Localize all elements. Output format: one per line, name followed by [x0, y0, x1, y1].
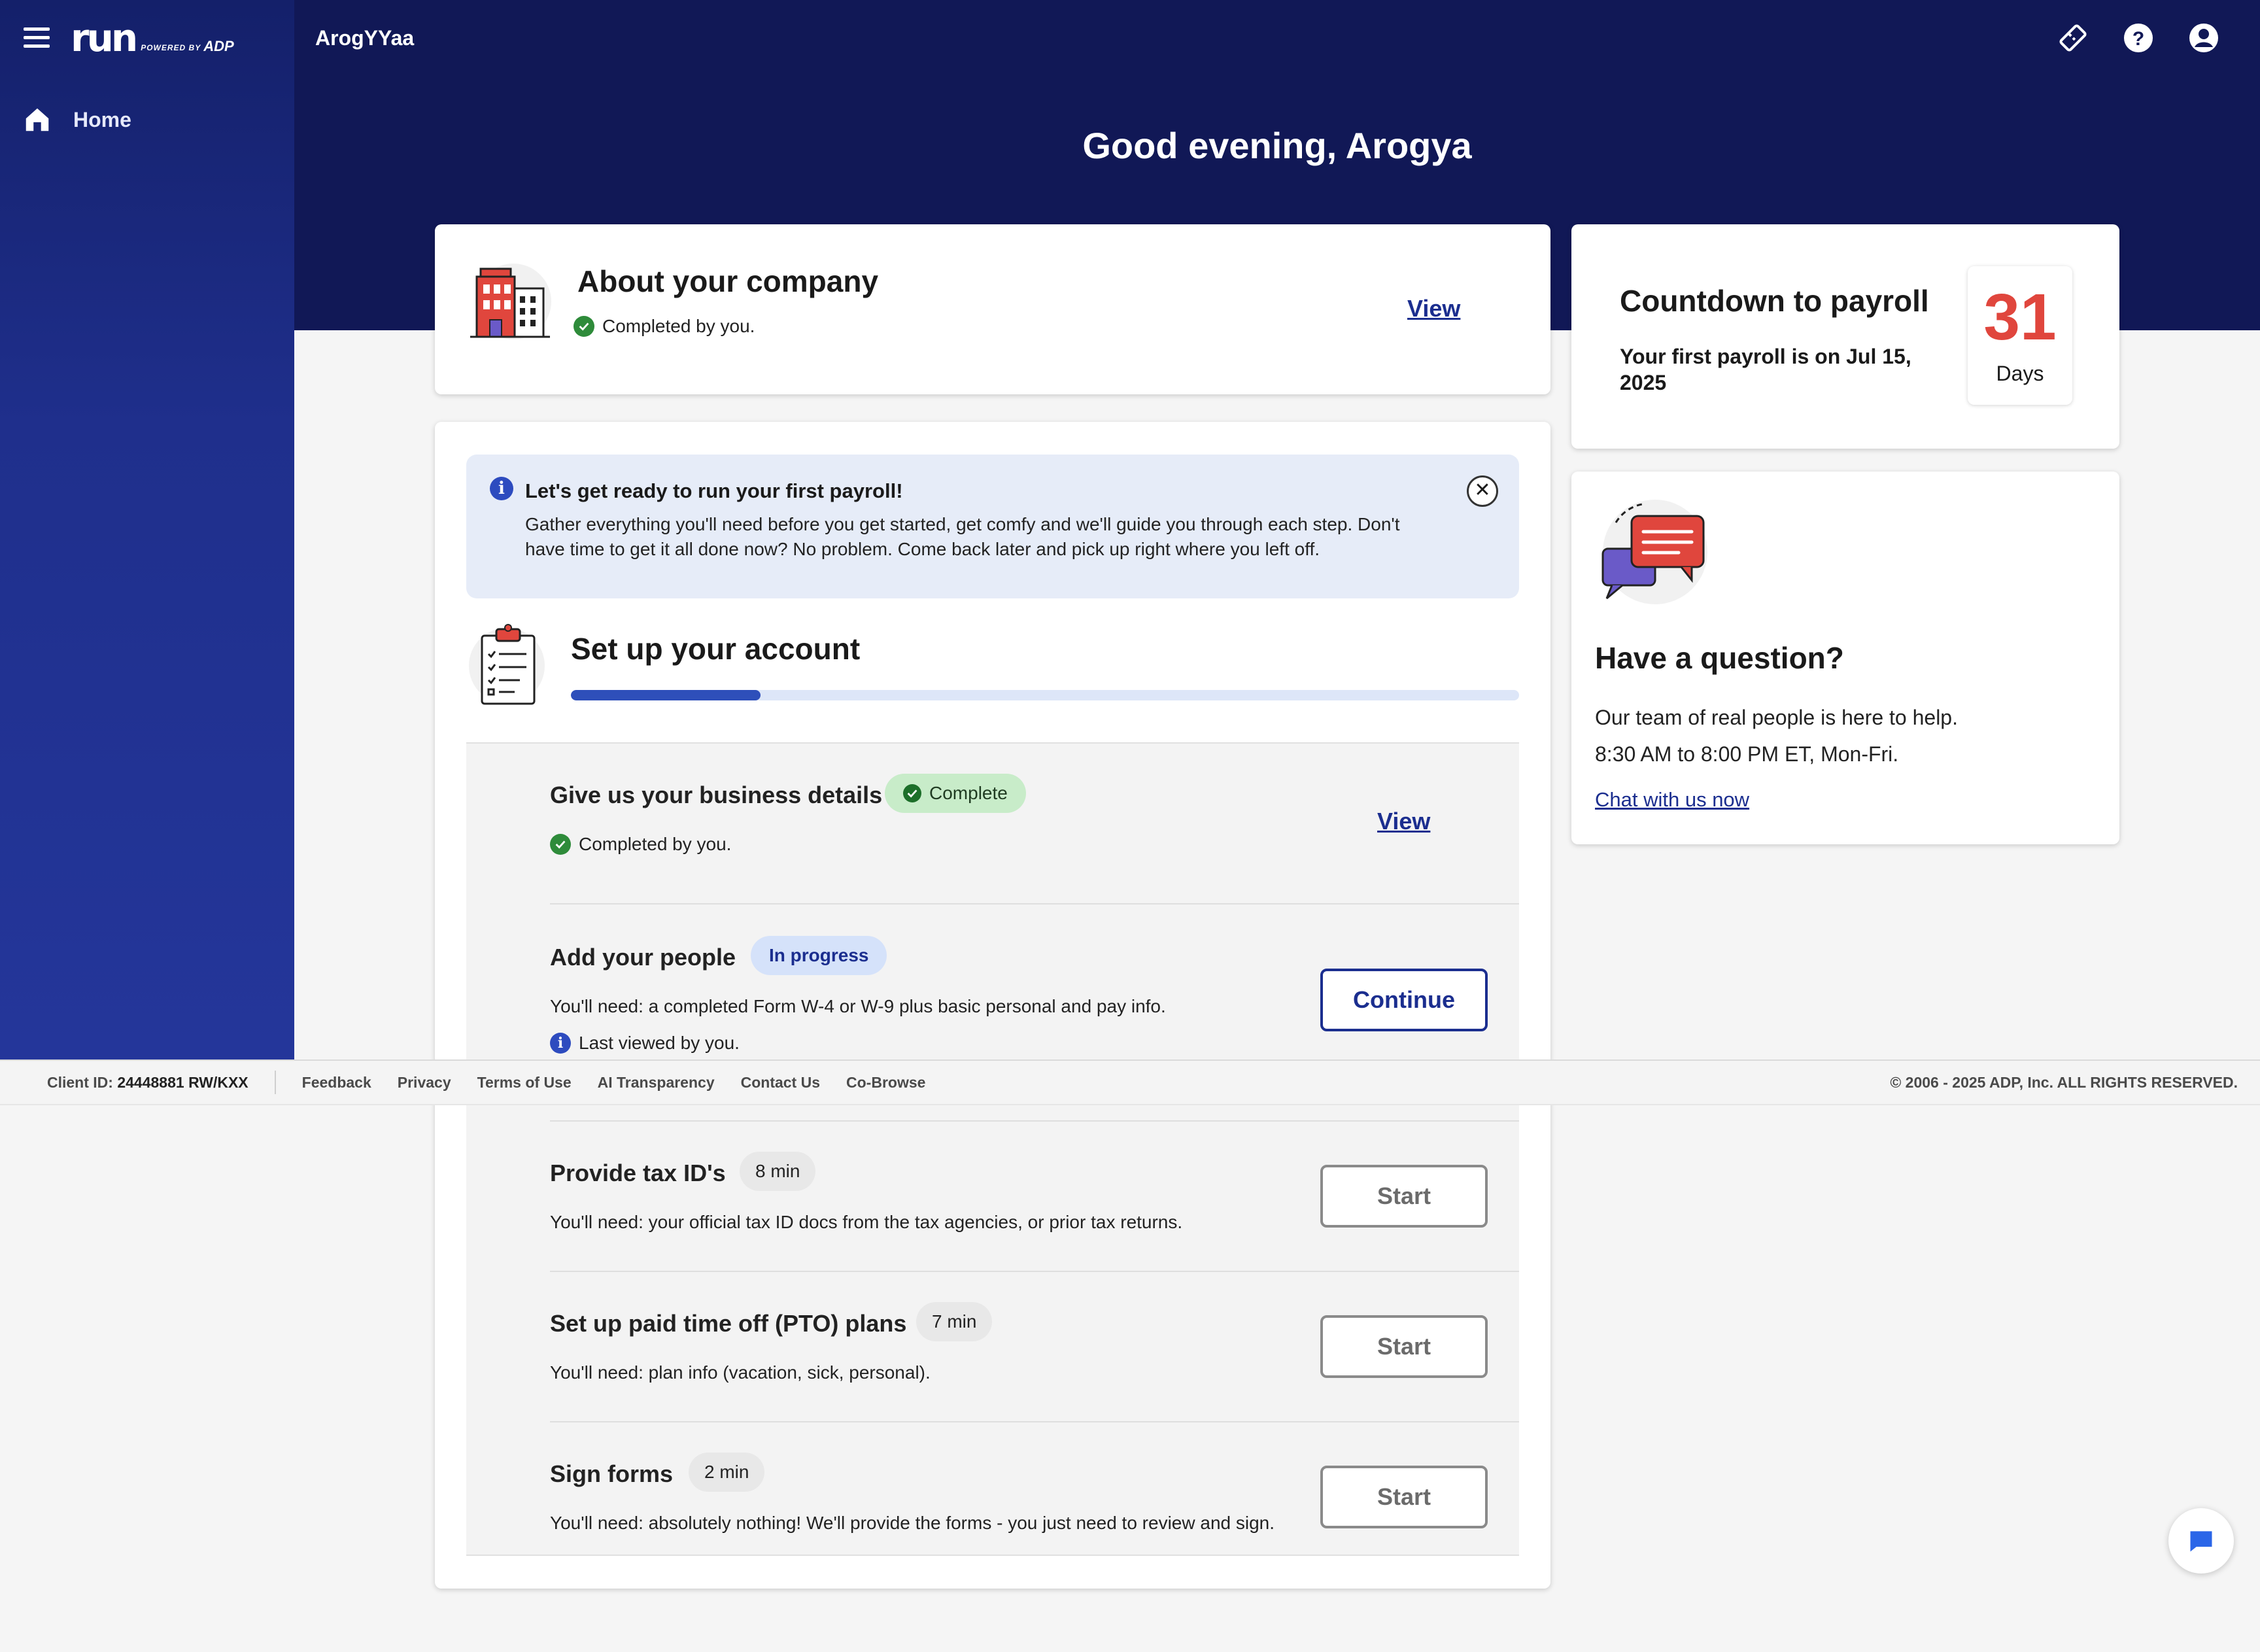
- start-button[interactable]: Start: [1320, 1466, 1488, 1528]
- help-card: Have a question? Our team of real people…: [1571, 472, 2119, 844]
- setup-account-title: Set up your account: [571, 632, 861, 666]
- ticket-icon[interactable]: [2057, 22, 2089, 54]
- chat-with-us-link[interactable]: Chat with us now: [1595, 788, 1749, 812]
- sidebar-item-label: Home: [73, 107, 131, 131]
- company-name: ArogYYaa: [315, 26, 415, 50]
- task-title: Sign forms: [550, 1460, 674, 1487]
- setup-progress-bar: [571, 690, 1519, 700]
- header-actions: ?: [2057, 22, 2219, 54]
- task-requirements: You'll need: a completed Form W-4 or W-9…: [550, 996, 1166, 1016]
- task-requirements: You'll need: absolutely nothing! We'll p…: [550, 1513, 1275, 1533]
- client-id: Client ID: 24448881 RW/KXX: [47, 1073, 248, 1091]
- help-title: Have a question?: [1595, 641, 1844, 675]
- footer-link-co-browse[interactable]: Co-Browse: [846, 1074, 925, 1092]
- task-title: Add your people: [550, 944, 736, 971]
- continue-button[interactable]: Continue: [1320, 969, 1488, 1031]
- banner-text: Gather everything you'll need before you…: [525, 514, 1400, 559]
- about-company-card: About your company Completed by you. Vie…: [435, 224, 1550, 394]
- start-button[interactable]: Start: [1320, 1315, 1488, 1378]
- divider: [274, 1071, 276, 1094]
- task-business-details: Give us your business details Complete C…: [550, 744, 1519, 904]
- info-icon: i: [490, 477, 513, 500]
- close-icon[interactable]: ✕: [1467, 475, 1498, 507]
- clipboard-checklist-icon: [469, 624, 545, 705]
- task-requirements: You'll need: plan info (vacation, sick, …: [550, 1362, 931, 1383]
- days-remaining-label: Days: [1996, 362, 2044, 385]
- sidebar: run POWERED BY ADP Home: [0, 0, 294, 1059]
- footer-link-feedback[interactable]: Feedback: [302, 1074, 371, 1092]
- footer-link-ai-transparency[interactable]: AI Transparency: [598, 1074, 715, 1092]
- building-illustration-icon: [470, 264, 551, 339]
- check-icon: [550, 834, 571, 855]
- account-icon[interactable]: [2188, 22, 2219, 54]
- task-requirements: You'll need: your official tax ID docs f…: [550, 1212, 1183, 1232]
- task-title: Set up paid time off (PTO) plans: [550, 1310, 907, 1337]
- time-estimate-badge: 7 min: [916, 1302, 993, 1341]
- about-company-title: About your company: [577, 264, 879, 298]
- task-status: Completed by you.: [550, 834, 731, 855]
- help-text: Our team of real people is here to help.: [1595, 706, 1958, 729]
- countdown-title: Countdown to payroll: [1620, 284, 1929, 318]
- status-badge: Complete: [885, 774, 1026, 813]
- footer: Client ID: 24448881 RW/KXX Feedback Priv…: [0, 1059, 2260, 1105]
- help-hours: 8:30 AM to 8:00 PM ET, Mon-Fri.: [1595, 742, 1899, 766]
- chat-icon: [2190, 1531, 2212, 1552]
- task-pto-plans: Set up paid time off (PTO) plans 7 min Y…: [550, 1272, 1519, 1422]
- check-icon: [574, 316, 594, 337]
- help-icon[interactable]: ?: [2123, 22, 2154, 54]
- banner-title: Let's get ready to run your first payrol…: [525, 479, 903, 502]
- days-remaining-value: 31: [1983, 281, 2057, 354]
- business-details-view-link[interactable]: View: [1377, 808, 1430, 835]
- greeting-heading: Good evening, Arogya: [1082, 125, 1472, 166]
- time-estimate-badge: 2 min: [689, 1453, 765, 1492]
- task-sign-forms: Sign forms 2 min You'll need: absolutely…: [550, 1422, 1519, 1556]
- run-adp-logo[interactable]: run POWERED BY ADP: [71, 18, 234, 58]
- setup-progress-fill: [571, 690, 761, 700]
- footer-link-terms[interactable]: Terms of Use: [477, 1074, 572, 1092]
- countdown-subtitle: Your first payroll is on Jul 15, 2025: [1620, 345, 1911, 394]
- info-icon: i: [550, 1033, 571, 1054]
- status-badge: In progress: [751, 936, 887, 975]
- footer-link-contact[interactable]: Contact Us: [741, 1074, 820, 1092]
- task-provide-tax-ids: Provide tax ID's 8 min You'll need: your…: [550, 1122, 1519, 1272]
- first-payroll-banner: i Let's get ready to run your first payr…: [466, 455, 1519, 598]
- sidebar-item-home[interactable]: Home: [22, 105, 131, 135]
- days-remaining-box: 31 Days: [1968, 266, 2072, 405]
- home-icon: [26, 108, 49, 131]
- start-button[interactable]: Start: [1320, 1165, 1488, 1228]
- task-status: i Last viewed by you.: [550, 1033, 740, 1054]
- chat-bubbles-illustration-icon: [1601, 500, 1707, 604]
- check-icon: [903, 784, 921, 802]
- footer-link-privacy[interactable]: Privacy: [398, 1074, 451, 1092]
- countdown-card: Countdown to payroll Your first payroll …: [1571, 224, 2119, 449]
- about-company-status: Completed by you.: [574, 316, 755, 337]
- about-company-view-link[interactable]: View: [1407, 295, 1460, 322]
- setup-task-list: Give us your business details Complete C…: [466, 742, 1519, 1556]
- chat-launcher-button[interactable]: [2168, 1508, 2234, 1574]
- task-title: Give us your business details: [550, 782, 883, 808]
- copyright: © 2006 - 2025 ADP, Inc. ALL RIGHTS RESER…: [1890, 1073, 2238, 1091]
- menu-icon[interactable]: [24, 27, 50, 50]
- svg-text:?: ?: [2132, 28, 2144, 50]
- task-title: Provide tax ID's: [550, 1160, 726, 1186]
- setup-account-card: i Let's get ready to run your first payr…: [435, 422, 1550, 1589]
- time-estimate-badge: 8 min: [740, 1152, 816, 1191]
